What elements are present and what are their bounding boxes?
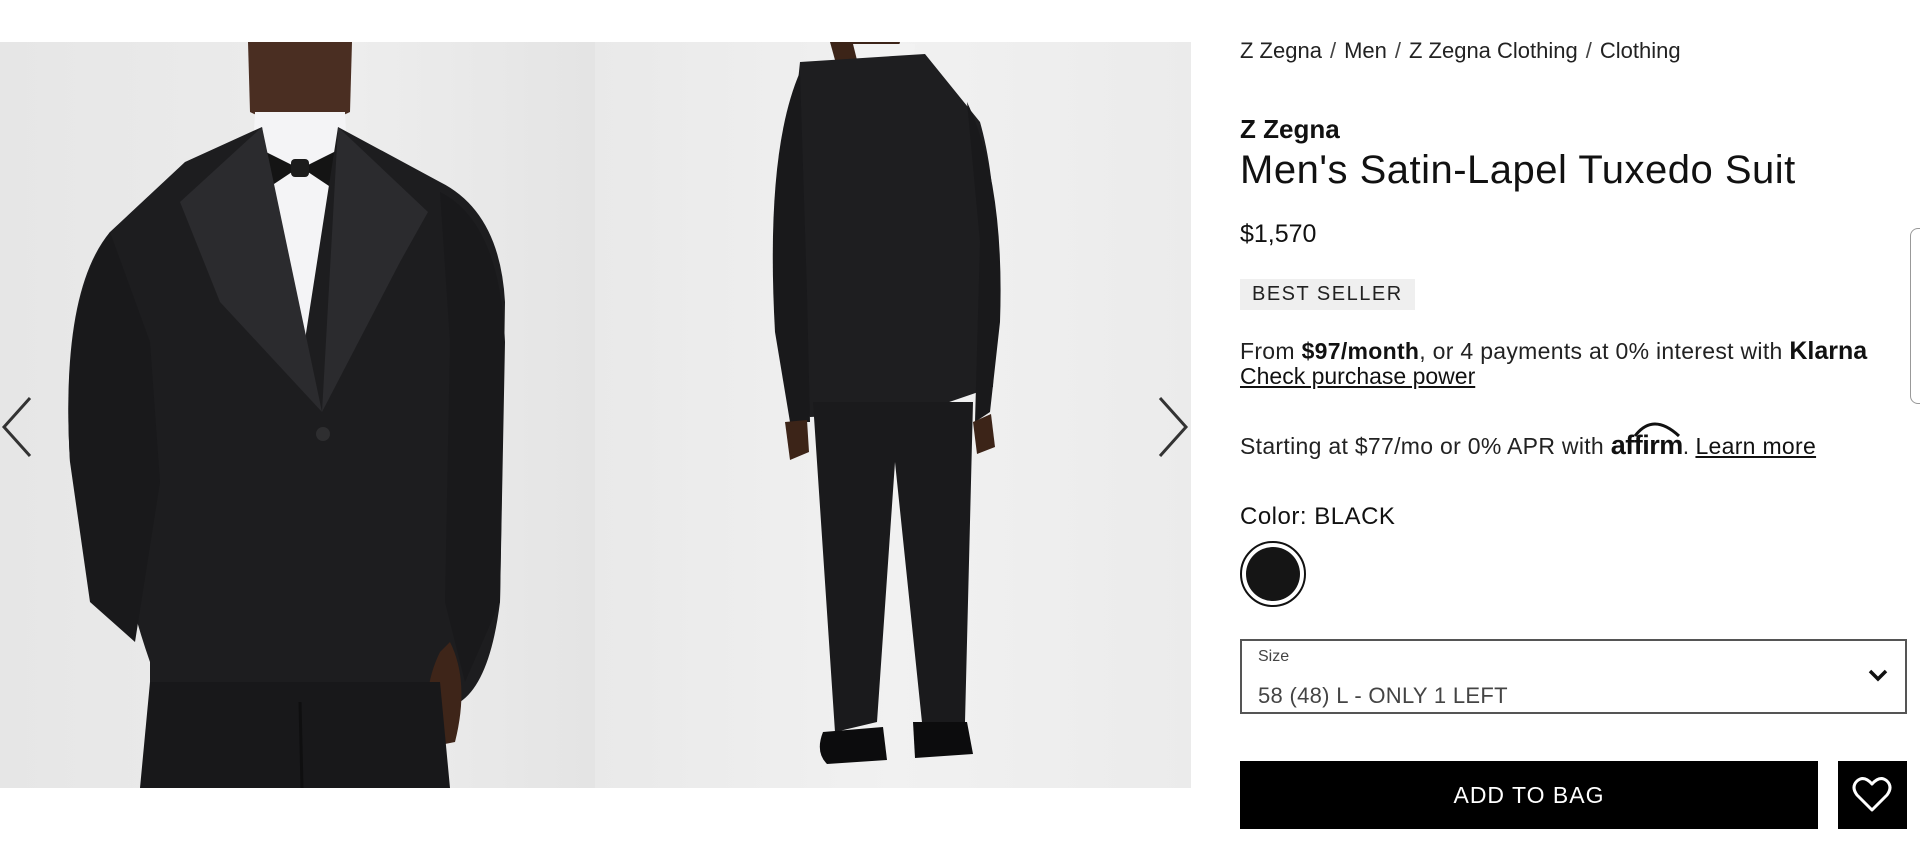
- learn-more-link[interactable]: Learn more: [1695, 433, 1816, 459]
- size-selected-value: 58 (48) L - ONLY 1 LEFT: [1258, 683, 1508, 708]
- breadcrumb-item-brand-clothing[interactable]: Z Zegna Clothing: [1409, 38, 1578, 63]
- affirm-terms: Starting at $77/mo or 0% APR with: [1240, 433, 1611, 459]
- color-label-text: Color:: [1240, 503, 1308, 530]
- best-seller-badge: BEST SELLER: [1240, 279, 1415, 310]
- product-image-back[interactable]: [595, 42, 1191, 788]
- breadcrumb-separator: /: [1394, 38, 1401, 63]
- color-swatch-fill: [1246, 547, 1300, 601]
- klarna-monthly-amount: $97/month: [1301, 338, 1420, 364]
- color-value: BLACK: [1314, 503, 1396, 530]
- breadcrumb-separator: /: [1585, 38, 1592, 63]
- breadcrumb-separator: /: [1329, 38, 1337, 63]
- klarna-financing-message: From $97/month, or 4 payments at 0% inte…: [1240, 337, 1867, 366]
- product-details-panel: Z Zegna / Men / Z Zegna Clothing / Clothing Z …: [1240, 0, 1920, 865]
- gallery-next-button[interactable]: [1150, 382, 1191, 472]
- tuxedo-back-illustration: [772, 42, 1001, 764]
- gallery-prev-button[interactable]: [0, 382, 40, 472]
- size-caption: Size: [1258, 648, 1290, 665]
- chevron-down-icon: [1868, 669, 1888, 682]
- product-price: $1,570: [1240, 220, 1317, 248]
- size-select[interactable]: Size 58 (48) L - ONLY 1 LEFT: [1240, 639, 1907, 714]
- affirm-logo: affirm: [1611, 422, 1683, 461]
- affirm-dot: .: [1682, 433, 1690, 459]
- heart-icon: [1852, 777, 1892, 812]
- breadcrumb: Z Zegna / Men / Z Zegna Clothing / Clothing: [1240, 38, 1681, 64]
- affirm-financing-message: Starting at $77/mo or 0% APR with affirm…: [1240, 422, 1816, 461]
- side-drawer-tab[interactable]: [1910, 228, 1920, 404]
- breadcrumb-item-men[interactable]: Men: [1344, 38, 1387, 63]
- affirm-arc-icon: [1633, 422, 1680, 438]
- breadcrumb-item-clothing[interactable]: Clothing: [1600, 38, 1681, 63]
- product-brand[interactable]: Z Zegna: [1240, 114, 1340, 145]
- chevron-left-icon: [1, 396, 32, 458]
- klarna-terms: , or 4 payments at 0% interest with: [1419, 338, 1790, 364]
- color-label: Color: BLACK: [1240, 503, 1395, 531]
- product-image-front[interactable]: [0, 42, 595, 788]
- color-swatch-black[interactable]: [1240, 541, 1306, 607]
- breadcrumb-item-brand[interactable]: Z Zegna: [1240, 38, 1322, 63]
- klarna-logo: Klarna: [1789, 337, 1868, 365]
- tuxedo-front-illustration: [68, 42, 505, 788]
- check-purchase-power-link[interactable]: Check purchase power: [1240, 363, 1475, 390]
- wishlist-button[interactable]: [1838, 761, 1907, 829]
- product-image-gallery: [0, 42, 1191, 788]
- add-to-bag-button[interactable]: ADD TO BAG: [1240, 761, 1818, 829]
- product-title: Men's Satin-Lapel Tuxedo Suit: [1240, 148, 1796, 192]
- klarna-prefix: From: [1240, 338, 1302, 364]
- chevron-right-icon: [1158, 396, 1189, 458]
